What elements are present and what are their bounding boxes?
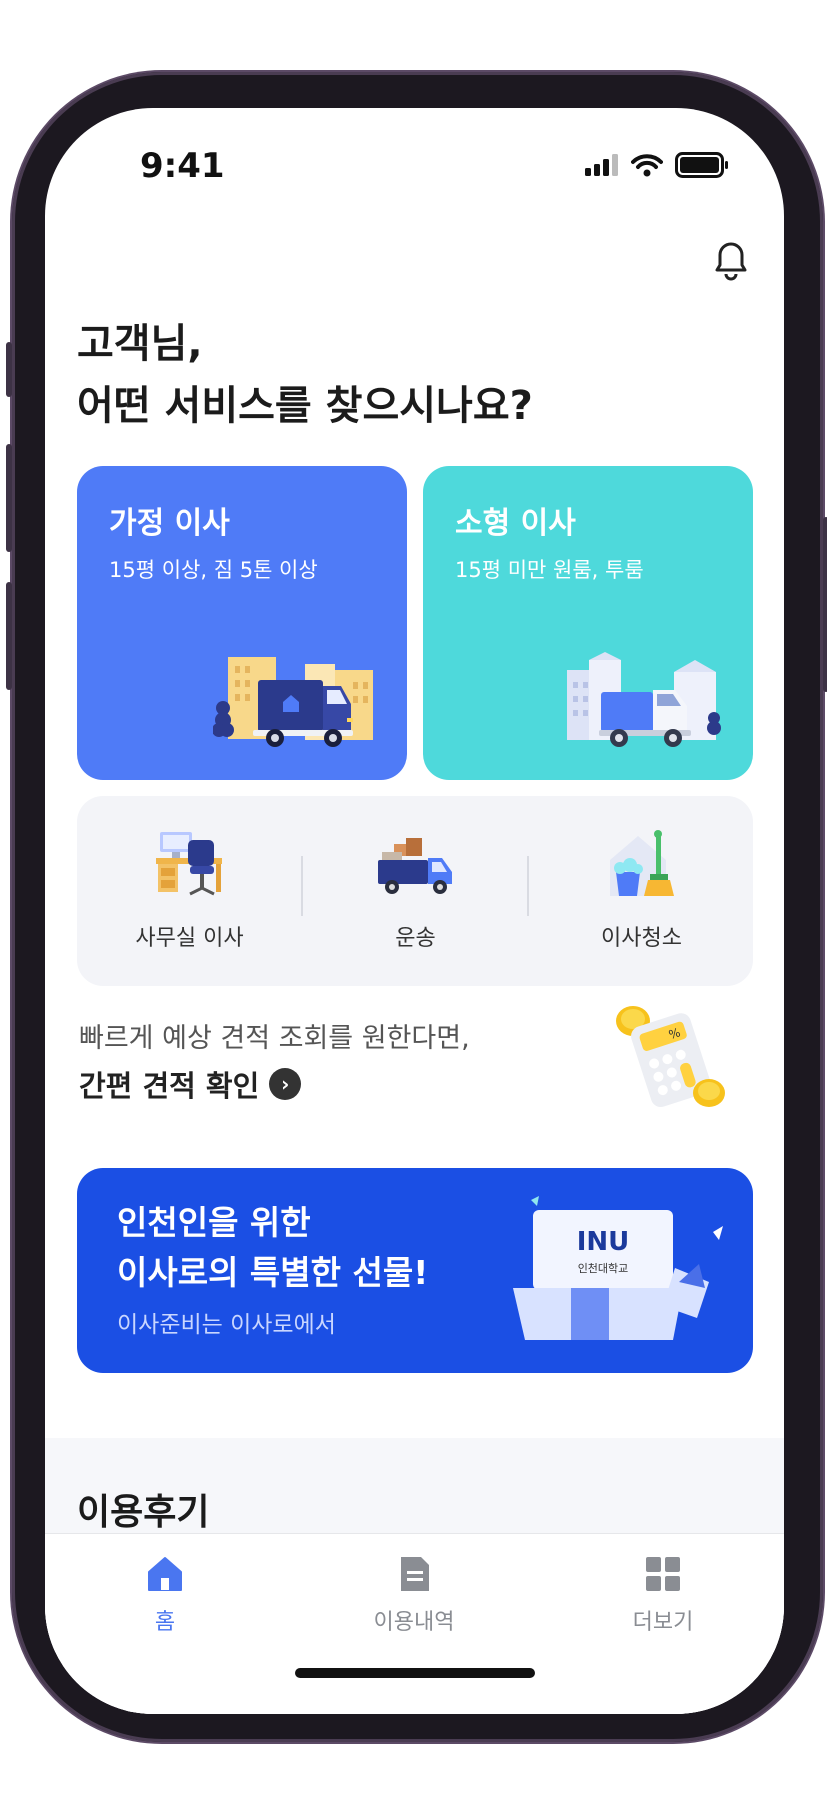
- truck-buildings-illustration: [213, 657, 373, 747]
- power-button: [823, 517, 827, 692]
- greeting-line2: 어떤 서비스를 찾으시나요?: [77, 383, 533, 429]
- service-office-label: 사무실 이사: [135, 926, 244, 951]
- page-title: 고객님, 어떤 서비스를 찾으시나요?: [77, 313, 533, 437]
- mute-switch: [6, 342, 12, 397]
- notification-bell-icon[interactable]: [708, 236, 754, 282]
- volume-up-button: [6, 444, 12, 552]
- service-office-moving[interactable]: 사무실 이사: [77, 796, 302, 986]
- inu-logo-text: INU: [577, 1227, 630, 1257]
- grid-icon: [646, 1557, 680, 1591]
- wifi-icon: [631, 154, 663, 177]
- quick-estimate-label: 간편 견적 확인: [79, 1069, 260, 1103]
- status-icons: [585, 152, 729, 178]
- service-transport[interactable]: 운송: [303, 796, 528, 986]
- home-moving-title: 가정 이사: [109, 506, 230, 541]
- cleaning-icon: [609, 830, 674, 896]
- banner-headline: 인천인을 위한 이사로의 특별한 선물!: [117, 1198, 428, 1298]
- tab-more[interactable]: 더보기: [593, 1554, 733, 1636]
- status-time: 9:41: [140, 146, 225, 186]
- calculator-coins-icon: %: [616, 1006, 725, 1108]
- home-icon: [148, 1557, 182, 1591]
- document-icon: [401, 1557, 429, 1591]
- tab-more-label: 더보기: [632, 1610, 694, 1635]
- cellular-signal-icon: [585, 154, 618, 176]
- small-moving-subtitle: 15평 미만 원룸, 투룸: [455, 558, 644, 582]
- tab-history[interactable]: 이용내역: [344, 1554, 484, 1636]
- greeting-line1: 고객님,: [77, 321, 203, 367]
- service-transport-label: 운송: [395, 926, 436, 951]
- home-moving-card[interactable]: 가정 이사 15평 이상, 짐 5톤 이상: [77, 466, 407, 780]
- tab-home[interactable]: 홈: [95, 1554, 235, 1636]
- app-screen: 9:41 고객님, 어떤 서비스를 찾으시나요? 가정 이사 15평 이상, 짐…: [45, 108, 784, 1714]
- status-bar: 9:41: [45, 108, 784, 198]
- quick-estimate-link[interactable]: 간편 견적 확인 ›: [79, 1063, 302, 1105]
- service-cleaning-label: 이사청소: [601, 926, 682, 951]
- office-desk-icon: [155, 832, 222, 896]
- promo-banner[interactable]: 인천인을 위한 이사로의 특별한 선물! 이사준비는 이사로에서 INU 인천대…: [77, 1168, 753, 1373]
- service-cleaning[interactable]: 이사청소: [529, 796, 754, 986]
- small-moving-card[interactable]: 소형 이사 15평 미만 원룸, 투룸: [423, 466, 753, 780]
- reviews-title: 이용후기: [77, 1492, 210, 1533]
- volume-down-button: [6, 582, 12, 690]
- tab-history-label: 이용내역: [373, 1610, 455, 1635]
- quick-estimate-prompt: 빠르게 예상 견적 조회를 원한다면,: [79, 1023, 470, 1054]
- home-moving-subtitle: 15평 이상, 짐 5톤 이상: [109, 558, 318, 582]
- banner-line2: 이사로의 특별한 선물!: [117, 1253, 429, 1292]
- banner-line1: 인천인을 위한: [117, 1203, 311, 1242]
- small-truck-illustration: [567, 652, 721, 747]
- bottom-tab-bar: 홈 이용내역 더보기: [45, 1533, 784, 1714]
- delivery-truck-icon: [377, 838, 452, 894]
- tab-home-label: 홈: [154, 1610, 176, 1635]
- chevron-right-icon: ›: [269, 1068, 302, 1100]
- battery-icon: [675, 152, 728, 178]
- service-options: 사무실 이사 운송 이사청소: [77, 796, 753, 986]
- small-moving-title: 소형 이사: [455, 506, 576, 541]
- banner-subtitle: 이사준비는 이사로에서: [117, 1312, 336, 1338]
- gift-box-illustration: INU 인천대학교: [513, 1196, 723, 1340]
- inu-logo-subtext: 인천대학교: [578, 1261, 629, 1275]
- home-indicator[interactable]: [295, 1668, 535, 1678]
